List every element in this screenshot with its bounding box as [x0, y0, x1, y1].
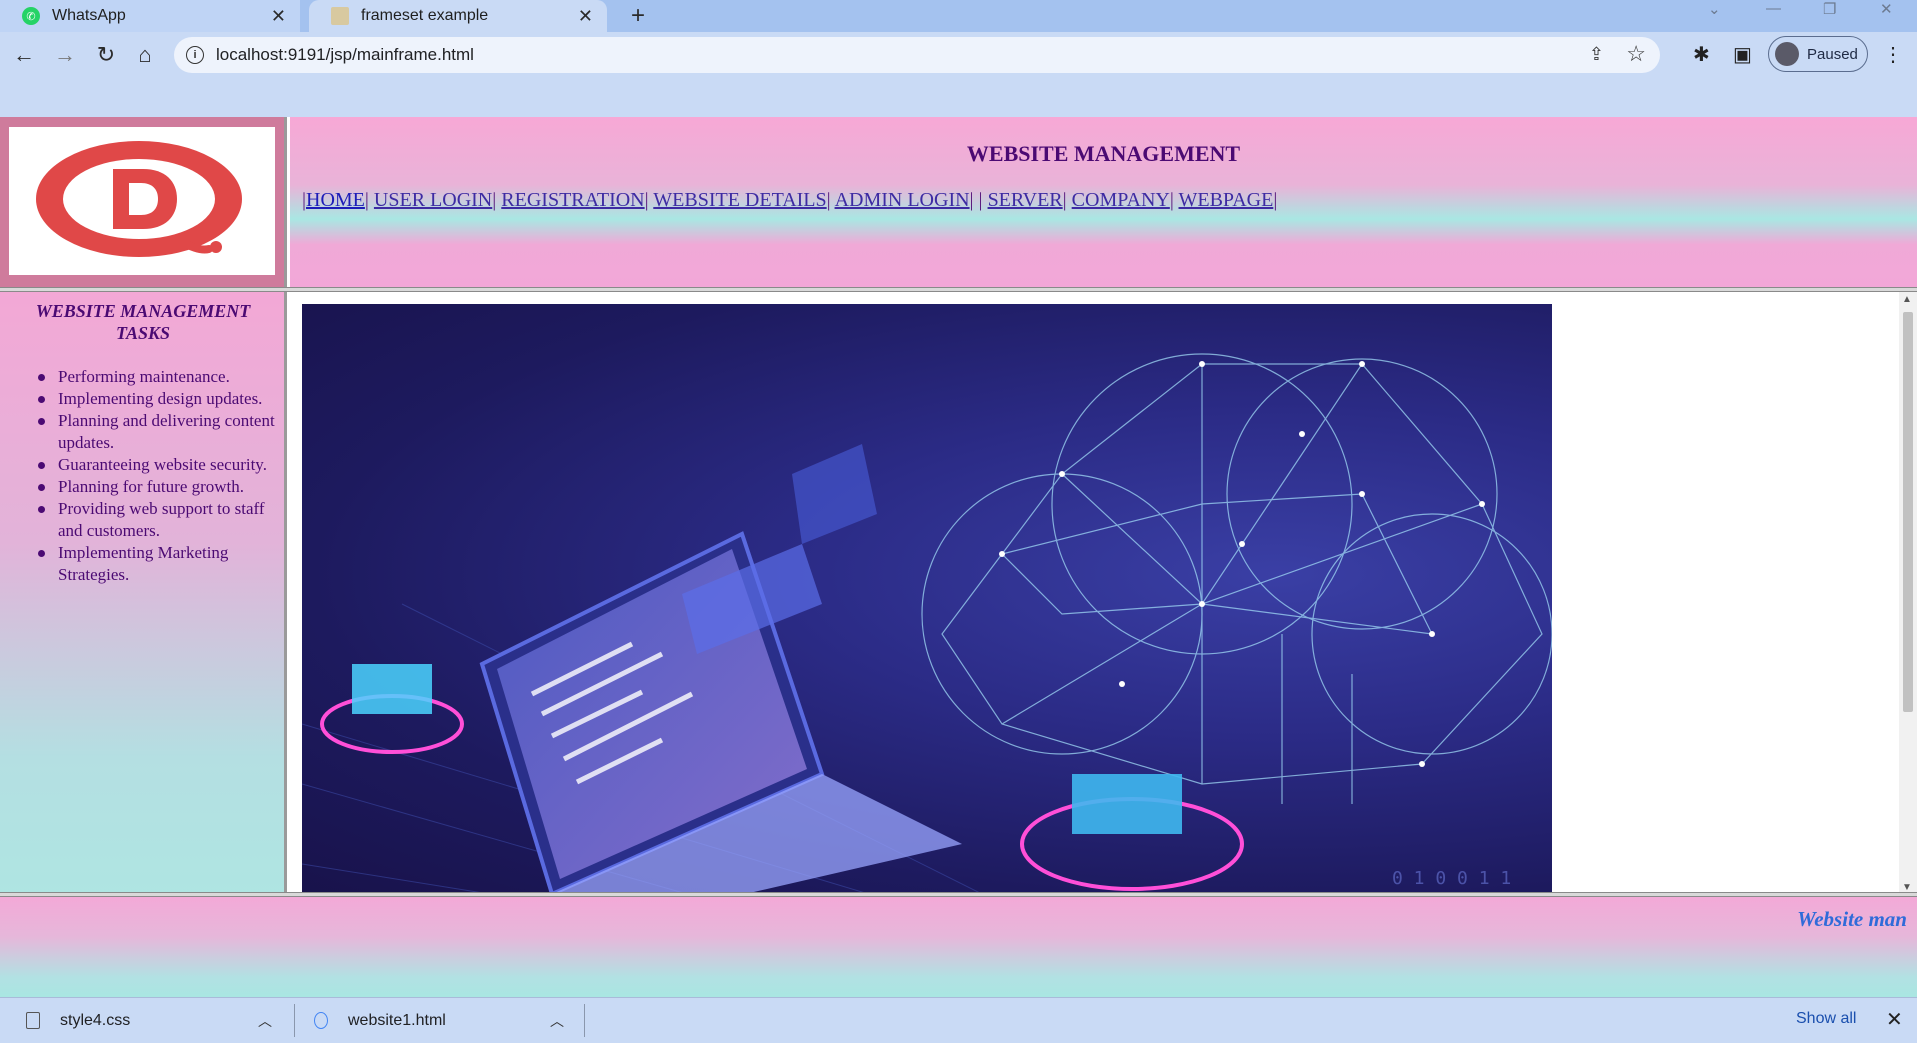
forward-icon[interactable]: → [51, 41, 79, 69]
minimize-icon[interactable]: — [1766, 0, 1781, 18]
nav-link-home[interactable]: HOME [306, 189, 365, 211]
whatsapp-icon: ✆ [22, 7, 40, 25]
list-item: Implementing Marketing Strategies. [36, 542, 276, 586]
scrollbar-thumb[interactable] [1903, 312, 1913, 712]
back-icon[interactable]: ← [10, 41, 38, 69]
list-item: Implementing design updates. [36, 388, 276, 410]
new-tab-button[interactable]: + [622, 0, 654, 32]
list-item: Providing web support to staff and custo… [36, 498, 276, 542]
list-item: Guaranteeing website security. [36, 454, 276, 476]
site-info-icon[interactable]: i [186, 46, 204, 64]
tab-frameset-example[interactable]: frameset example ✕ [309, 0, 607, 32]
chevron-up-icon[interactable]: ︿ [258, 1011, 272, 1031]
avatar [1775, 42, 1799, 66]
task-list: Performing maintenance. Implementing des… [36, 366, 276, 586]
menu-kebab-icon[interactable]: ⋮ [1883, 42, 1903, 67]
close-tab-icon[interactable]: ✕ [271, 6, 286, 27]
address-bar[interactable]: i localhost:9191/jsp/mainframe.html ⇪ ☆ [174, 37, 1660, 73]
list-item: Planning for future growth. [36, 476, 276, 498]
footer-marquee: Website man [1797, 907, 1907, 931]
scroll-up-arrow-icon[interactable]: ▲ [1902, 294, 1912, 305]
share-icon[interactable]: ⇪ [1589, 44, 1604, 65]
nav-link-registration[interactable]: REGISTRATION [501, 189, 644, 211]
divider [584, 1004, 585, 1037]
tab-title: frameset example [361, 7, 489, 24]
hero-illustration: 0 1 0 0 1 1 [302, 353, 1552, 904]
side-panel-icon[interactable]: ▣ [1733, 42, 1752, 67]
url-text[interactable]: localhost:9191/jsp/mainframe.html [216, 45, 474, 65]
nav-link-user-login[interactable]: USER LOGIN [374, 189, 492, 211]
chevron-up-icon[interactable]: ︿ [550, 1011, 564, 1031]
vertical-scrollbar[interactable]: ▲ ▼ [1899, 292, 1917, 898]
nav-link-admin-login[interactable]: ADMIN LOGIN [835, 189, 970, 211]
page-viewport: WEBSITE MANAGEMENT |HOME| USER LOGIN| RE… [0, 117, 1917, 1008]
nav-link-company[interactable]: COMPANY [1072, 189, 1170, 211]
cloud-computing-image: 0 1 0 0 1 1 [302, 304, 1552, 904]
file-icon [26, 1012, 40, 1029]
nav-link-webpage[interactable]: WEBPAGE [1179, 189, 1274, 211]
bookmark-star-icon[interactable]: ☆ [1626, 41, 1646, 67]
home-icon[interactable]: ⌂ [131, 41, 159, 69]
downloads-bar: style4.css ︿ website1.html ︿ Show all ✕ [0, 997, 1917, 1042]
tab-bar: ✆ WhatsApp ✕ frameset example ✕ + ⌄ — ❐ … [0, 0, 1917, 32]
sidebar-title: WEBSITE MANAGEMENT TASKS [35, 301, 251, 343]
nav-menu: |HOME| USER LOGIN| REGISTRATION| WEBSITE… [302, 189, 1278, 211]
list-item: Performing maintenance. [36, 366, 276, 388]
header-frame: WEBSITE MANAGEMENT |HOME| USER LOGIN| RE… [290, 117, 1917, 287]
divider [294, 1004, 295, 1037]
browser-toolbar: ← → ↻ ⌂ i localhost:9191/jsp/mainframe.h… [0, 32, 1917, 78]
show-all-button[interactable]: Show all [1796, 1010, 1856, 1028]
nav-link-server[interactable]: SERVER [988, 189, 1063, 211]
reload-icon[interactable]: ↻ [92, 41, 120, 69]
tab-whatsapp[interactable]: ✆ WhatsApp ✕ [0, 0, 300, 32]
footer-frame: Website man [0, 897, 1917, 997]
list-item: Planning and delivering content updates. [36, 410, 276, 454]
page-favicon-icon [331, 7, 349, 25]
download-filename: website1.html [348, 1011, 446, 1029]
download-filename: style4.css [60, 1011, 131, 1029]
profile-button[interactable]: Paused [1768, 36, 1868, 72]
d-logo-icon [36, 141, 242, 257]
download-item[interactable]: style4.css ︿ [26, 998, 272, 1043]
tab-search-icon[interactable]: ⌄ [1708, 0, 1721, 18]
close-tab-icon[interactable]: ✕ [578, 6, 593, 27]
extensions-icon[interactable]: ✱ [1693, 42, 1710, 67]
svg-text:0 1 0 0 1 1: 0 1 0 0 1 1 [1392, 868, 1511, 889]
close-window-icon[interactable]: ✕ [1880, 0, 1893, 18]
profile-status: Paused [1807, 45, 1858, 63]
toolbar-spacer [0, 78, 1917, 117]
chrome-icon [314, 1012, 328, 1029]
page-title: WEBSITE MANAGEMENT [966, 141, 1241, 166]
logo [9, 127, 275, 275]
restore-icon[interactable]: ❐ [1823, 0, 1836, 18]
close-icon[interactable]: ✕ [1886, 1007, 1903, 1032]
download-item[interactable]: website1.html ︿ [314, 998, 564, 1043]
nav-link-website-details[interactable]: WEBSITE DETAILS [653, 189, 826, 211]
logo-frame [0, 117, 287, 287]
tab-title: WhatsApp [52, 7, 126, 24]
